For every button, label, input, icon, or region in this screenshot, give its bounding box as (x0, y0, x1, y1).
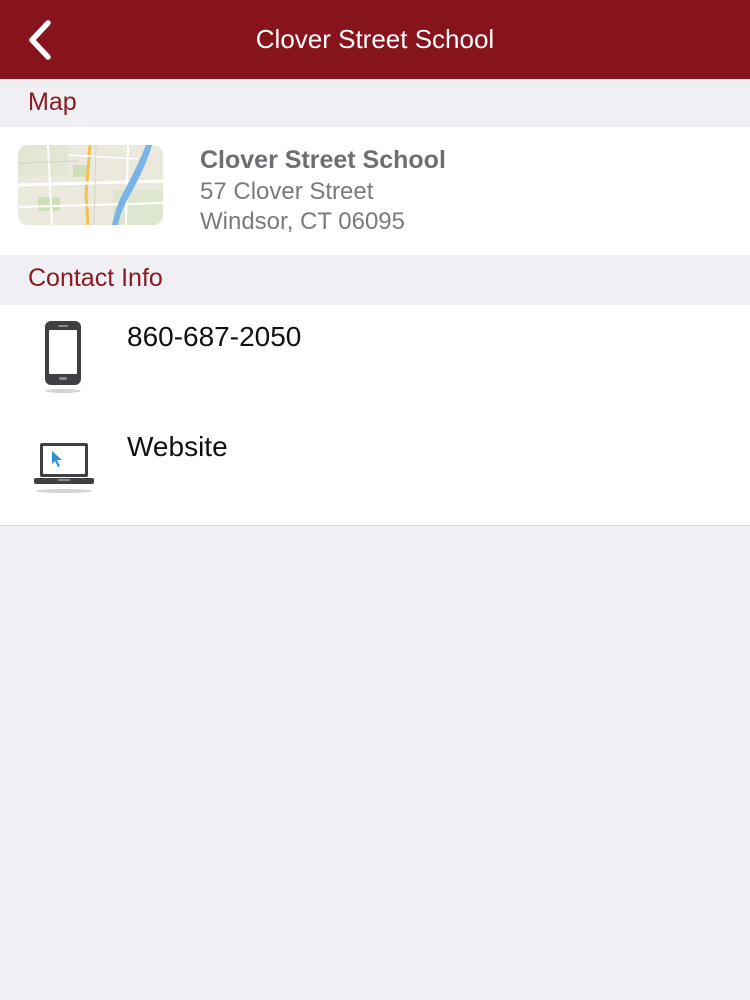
page-title: Clover Street School (255, 24, 495, 54)
laptop-icon (34, 443, 94, 493)
contact-section-title: Contact Info (28, 264, 163, 292)
map-address-row[interactable]: Clover Street School 57 Clover Street Wi… (0, 127, 750, 255)
phone-number: 860-687-2050 (127, 321, 302, 352)
website-link: Website (127, 431, 228, 462)
phone-icon (45, 321, 81, 393)
screen: Clover Street School Map Clover Street S… (0, 0, 750, 1000)
map-thumbnail-image (18, 145, 163, 225)
contact-list: 860-687-2050 Website (0, 305, 750, 526)
contact-item-phone[interactable]: 860-687-2050 (0, 305, 750, 415)
school-name: Clover Street School (200, 146, 446, 174)
contact-section-header: Contact Info (0, 255, 750, 303)
map-thumbnail[interactable] (18, 145, 163, 225)
back-button[interactable] (22, 18, 62, 62)
navigation-bar: Clover Street School (0, 0, 750, 79)
address-city: Windsor, CT 06095 (200, 208, 405, 235)
address-street: 57 Clover Street (200, 178, 374, 205)
map-section-header: Map (0, 79, 750, 127)
contact-item-website[interactable]: Website (0, 415, 750, 525)
map-section-title: Map (28, 88, 77, 116)
chevron-left-icon (29, 20, 51, 60)
